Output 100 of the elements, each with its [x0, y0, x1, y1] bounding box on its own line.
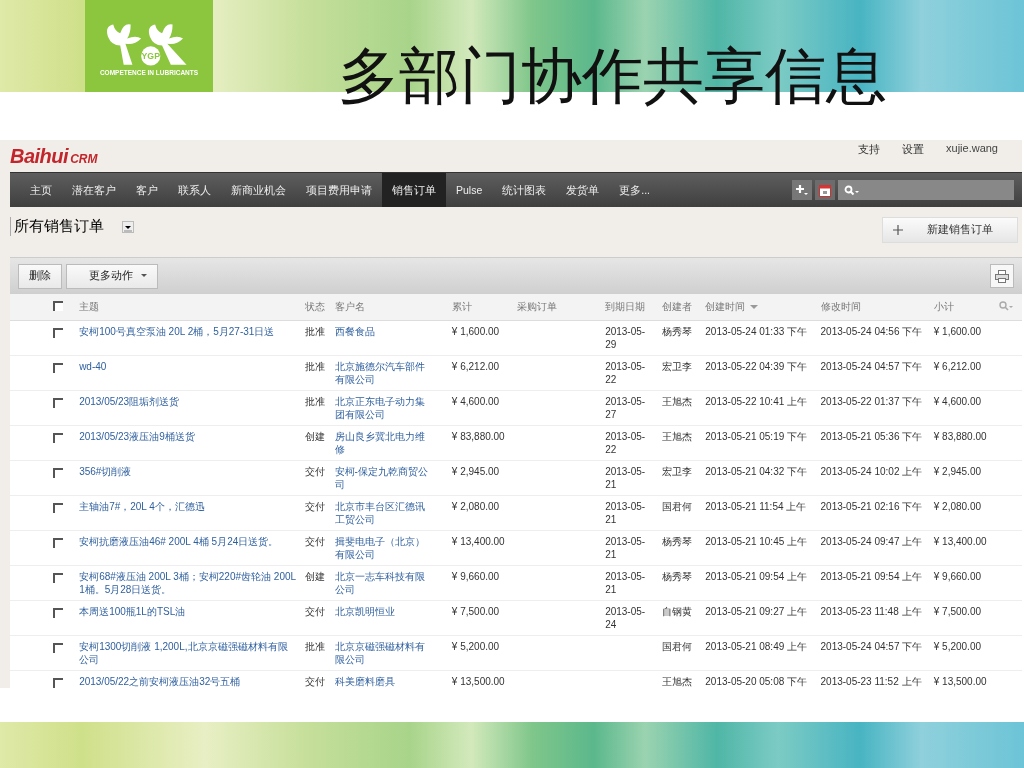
- table-cell: 2013-05-21 10:45 上午: [705, 536, 808, 547]
- sort-icon: [750, 304, 759, 310]
- table-cell: 2013-05-24 01:33 下午: [705, 326, 808, 337]
- customer-link[interactable]: 北京市丰台区汇德讯工贸公司: [334, 500, 434, 526]
- table-cell: 2013-05-23 11:48 上午: [820, 606, 922, 617]
- table-cell: 2013-05-21 02:16 下午: [820, 501, 923, 512]
- table-cell: 2013-05-22 04:39 下午: [705, 361, 808, 372]
- search-field[interactable]: [838, 180, 1014, 200]
- column-header[interactable]: 主题: [79, 300, 100, 314]
- table-cell: 宏卫李: [662, 466, 693, 477]
- header-link[interactable]: 支持: [858, 142, 880, 157]
- table-cell: 2013-05-24 10:02 上午: [820, 466, 923, 477]
- caret-icon: [141, 274, 147, 278]
- table-cell: 2013-05-24 09:47 上午: [820, 536, 923, 547]
- column-header[interactable]: 小计: [933, 300, 954, 314]
- table-cell: ¥ 6,212.00: [933, 361, 981, 372]
- order-link[interactable]: 安柯100号真空泵油 20L 2桶，5月27-31日送: [79, 325, 297, 338]
- column-header[interactable]: 修改时间: [820, 300, 861, 314]
- table-cell: ¥ 9,660.00: [451, 571, 500, 582]
- table-cell: 交付: [304, 536, 325, 547]
- table-cell: 2013-05-22: [605, 361, 646, 385]
- table-cell: 交付: [304, 466, 325, 477]
- table-cell: ¥ 1,600.00: [451, 326, 500, 337]
- printer-icon: [995, 269, 1009, 283]
- customer-link[interactable]: 北京凯明恒业: [334, 605, 434, 618]
- table-cell: 宏卫李: [662, 361, 693, 372]
- table-cell: 2013-05-21: [605, 501, 646, 525]
- table-cell: ¥ 2,080.00: [451, 501, 500, 512]
- table-cell: 交付: [304, 606, 325, 617]
- nav-tab[interactable]: 发货单: [556, 173, 610, 207]
- order-link[interactable]: 2013/05/22之前安柯液压油32号五桶: [79, 675, 297, 688]
- nav-tab[interactable]: 销售订单: [382, 173, 446, 207]
- order-link[interactable]: 2013/05/23阻垢剂送货: [79, 395, 297, 408]
- calendar-button[interactable]: [815, 180, 835, 200]
- order-link[interactable]: 安柯1300切削液 1,200L,北京京磁强磁材料有限公司: [79, 640, 297, 666]
- table-cell: 2013-05-21 08:49 上午: [705, 641, 808, 652]
- order-link[interactable]: 2013/05/23液压油9桶送货: [79, 430, 297, 443]
- header-link[interactable]: 设置: [902, 142, 924, 157]
- table-cell: 2013-05-23 11:52 上午: [820, 676, 922, 687]
- column-header[interactable]: 客户名: [334, 300, 365, 314]
- table-cell: 王旭杰: [662, 396, 693, 407]
- table-cell: 2013-05-21 05:36 下午: [820, 431, 923, 442]
- table-cell: 2013-05-21 04:32 下午: [705, 466, 808, 477]
- table-cell: 2013-05-21 11:54 上午: [705, 501, 807, 512]
- table-cell: 自钢黄: [662, 606, 693, 617]
- order-link[interactable]: wd-40: [79, 360, 297, 373]
- delete-button[interactable]: 删除: [18, 263, 62, 289]
- table-cell: 2013-05-21: [605, 466, 646, 490]
- table-cell: ¥ 7,500.00: [451, 606, 500, 617]
- table-cell: 批准: [304, 396, 325, 407]
- customer-link[interactable]: 西餐食品: [334, 325, 434, 338]
- nav-tab[interactable]: 潜在客户: [62, 173, 126, 207]
- customer-link[interactable]: 科美磨料磨具: [334, 675, 434, 688]
- customer-link[interactable]: 北京正东电子动力集团有限公司: [334, 395, 434, 421]
- table-cell: ¥ 2,945.00: [933, 466, 981, 477]
- table-cell: ¥ 83,880.00: [451, 431, 505, 442]
- customer-link[interactable]: 揖斐电电子（北京）有限公司: [334, 535, 434, 561]
- new-order-button[interactable]: 新建销售订单: [882, 217, 1018, 243]
- customer-link[interactable]: 安柯-保定九乾商贸公司: [334, 465, 434, 491]
- plus-icon: [893, 225, 903, 235]
- table-cell: ¥ 2,080.00: [933, 501, 981, 512]
- select-all-checkbox[interactable]: [53, 301, 64, 311]
- order-link[interactable]: 356#切削液: [79, 465, 297, 478]
- caret-icon: [122, 220, 134, 233]
- customer-link[interactable]: 北京施德尔汽车部件有限公司: [334, 360, 434, 386]
- table-cell: ¥ 4,600.00: [933, 396, 981, 407]
- nav-tab[interactable]: 联系人: [168, 173, 221, 207]
- order-link[interactable]: 安柯抗磨液压油46# 200L 4桶 5月24日送货。: [79, 535, 297, 548]
- table-cell: 2013-05-21 05:19 下午: [705, 431, 808, 442]
- order-link[interactable]: 本周送100瓶1L的TSL油: [79, 605, 297, 618]
- column-header[interactable]: 累计: [451, 300, 472, 314]
- nav-tab[interactable]: 客户: [126, 173, 168, 207]
- view-dropdown[interactable]: 所有销售订单: [10, 217, 134, 236]
- customer-link[interactable]: 北京一志车科技有限公司: [334, 570, 434, 596]
- table-cell: 交付: [304, 501, 325, 512]
- nav-tab[interactable]: 主页: [20, 173, 62, 207]
- logo-label: YGP: [141, 50, 160, 61]
- user-link[interactable]: xujie.wang: [946, 142, 998, 157]
- more-actions-button[interactable]: 更多动作: [66, 263, 158, 289]
- table-cell: 2013-05-21: [605, 571, 646, 595]
- nav-tab[interactable]: 项目费用申请: [296, 173, 382, 207]
- table-cell: 创建: [304, 431, 325, 442]
- table-cell: 国君何: [662, 641, 693, 652]
- table-cell: 批准: [304, 361, 325, 372]
- table-cell: 杨秀琴: [662, 571, 693, 582]
- nav-tab[interactable]: 新商业机会: [221, 173, 296, 207]
- table-cell: ¥ 9,660.00: [933, 571, 981, 582]
- print-button[interactable]: [990, 264, 1014, 288]
- add-button[interactable]: [792, 180, 812, 200]
- table-cell: 王旭杰: [662, 676, 693, 687]
- order-link[interactable]: 主轴油7#，20L 4个，汇德迅: [79, 500, 297, 513]
- nav-tab[interactable]: 更多...: [609, 173, 661, 207]
- customer-link[interactable]: 北京京磁强磁材料有限公司: [334, 640, 434, 666]
- customer-link[interactable]: 房山良乡冀北电力维修: [334, 430, 434, 456]
- brand-logo: BaihuiCRM: [10, 145, 98, 169]
- order-link[interactable]: 安柯68#液压油 200L 3桶；安柯220#齿轮油 200L 1桶。5月28日送货。: [79, 570, 297, 596]
- table-cell: ¥ 13,400.00: [933, 536, 987, 547]
- nav-tab[interactable]: 统计图表: [492, 173, 557, 207]
- nav-tab[interactable]: Pulse: [446, 173, 493, 207]
- table-cell: 国君何: [662, 501, 693, 512]
